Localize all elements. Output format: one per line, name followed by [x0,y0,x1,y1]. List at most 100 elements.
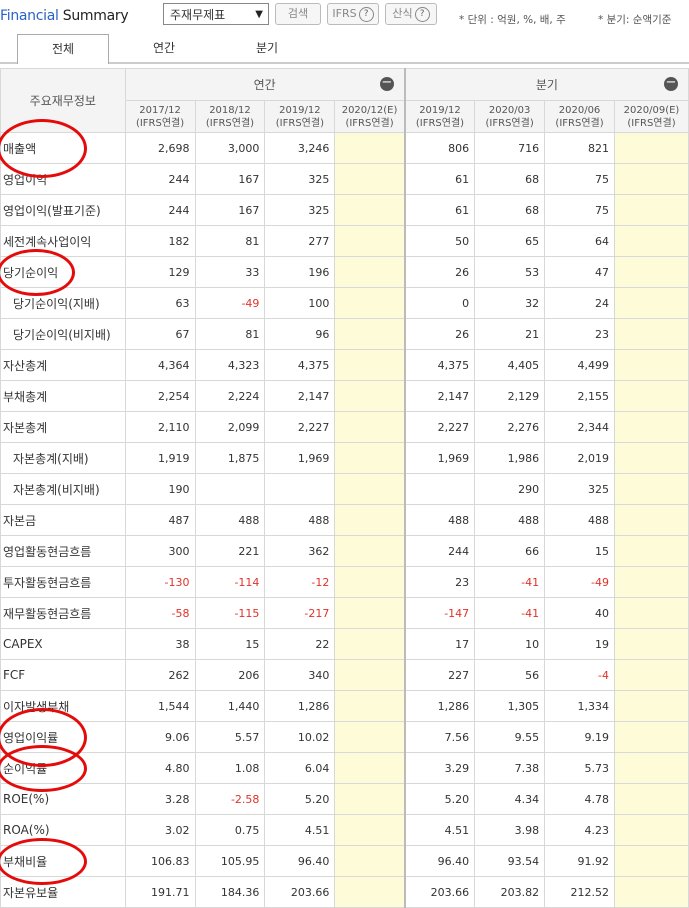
collapse-quarter-icon[interactable]: − [664,76,678,91]
table-cell: 277 [264,225,336,257]
table-cell [334,442,406,474]
tab-quarter[interactable]: 분기 [221,34,313,62]
table-cell: 184.36 [194,876,266,908]
column-basis: (IFRS연결) [345,117,394,129]
table-cell: 1.08 [194,752,266,784]
unit-note: * 단위 : 억원, %, 배, 주 [459,14,566,26]
formula-help-button[interactable]: 산식? [385,3,437,25]
table-cell [613,442,689,474]
table-cell: 2,224 [194,380,266,412]
table-cell: -147 [403,597,476,629]
column-header: 2020/06 (IFRS연결) [544,100,615,133]
table-cell: 68 [474,194,546,226]
search-button[interactable]: 검색 [275,3,321,25]
table-cell: 66 [474,535,546,567]
table-cell: 0 [403,287,476,319]
table-cell: 244 [403,535,476,567]
table-cell: 9.55 [474,721,546,753]
row-label: CAPEX [0,628,126,660]
page-title: Financial Summary [0,8,129,24]
table-cell: 2,019 [544,442,615,474]
table-cell: 47 [544,256,615,288]
table-cell [334,876,406,908]
quarter-group-header: 분기 − [403,68,689,101]
table-cell [334,752,406,784]
table-cell [334,225,406,257]
table-cell: 182 [124,225,196,257]
column-header: 2018/12 (IFRS연결) [194,100,266,133]
column-period: 2020/12(E) [341,104,398,116]
table-cell: 2,147 [264,380,336,412]
table-cell [334,349,406,381]
table-cell: 2,099 [194,411,266,443]
table-cell: 1,544 [124,690,196,722]
statement-type-select[interactable]: 주재무제표 ▼ [163,3,269,25]
table-cell: 4,364 [124,349,196,381]
table-cell: 75 [544,163,615,195]
table-cell: 38 [124,628,196,660]
table-cell [613,783,689,815]
table-cell: 488 [474,504,546,536]
table-cell: 716 [474,132,546,164]
collapse-annual-icon[interactable]: − [379,76,394,91]
table-cell: -4 [544,659,615,691]
table-cell: 821 [544,132,615,164]
table-cell: 290 [474,473,546,505]
quarter-note: * 분기: 순액기준 [598,14,672,26]
row-label: 영업활동현금흐름 [0,535,126,567]
row-label: FCF [0,659,126,691]
table-row: 영업이익률 9.06 5.57 10.02 7.56 9.55 9.19 [0,721,689,753]
table-cell: 67 [124,318,196,350]
table-cell: 191.71 [124,876,196,908]
table-cell [334,721,406,753]
table-cell: -114 [194,566,266,598]
table-cell: 6.04 [264,752,336,784]
table-cell [334,845,406,877]
search-button-label: 검색 [287,7,309,20]
annual-group-header: 연간 − [124,68,406,101]
red-circle-annotation [0,744,87,792]
row-label: 재무활동현금흐름 [0,597,126,629]
table-cell: 23 [544,318,615,350]
table-cell [334,814,406,846]
table-cell: 206 [194,659,266,691]
row-label: 투자활동현금흐름 [0,566,126,598]
ifrs-help-button[interactable]: IFRS? [327,3,379,25]
table-cell [334,659,406,691]
table-cell: -41 [474,597,546,629]
table-cell: 203.82 [474,876,546,908]
table-cell [613,628,689,660]
table-cell: 21 [474,318,546,350]
table-cell [613,814,689,846]
table-row: FCF 262 206 340 227 56 -4 [0,659,689,691]
row-label: 자본금 [0,504,126,536]
table-row: 자본금 487 488 488 488 488 488 [0,504,689,536]
table-cell: 4.51 [403,814,476,846]
table-cell [613,287,689,319]
table-cell: 53 [474,256,546,288]
table-row: 세전계속사업이익 182 81 277 50 65 64 [0,225,689,257]
table-row: ROA(%) 3.02 0.75 4.51 4.51 3.98 4.23 [0,814,689,846]
financial-summary-table: 주요재무정보 연간 − 분기 − 2017/12 (IFRS연결) 2018/12(… [0,68,689,908]
tab-all[interactable]: 전체 [17,34,109,64]
column-period: 2019/12 [279,104,321,116]
table-cell: 488 [264,504,336,536]
table-cell: 96.40 [403,845,476,877]
column-basis: (IFRS연결) [415,117,465,129]
formula-label: 산식 [392,7,413,20]
table-cell: 1,969 [264,442,336,474]
table-cell [194,473,266,505]
table-cell [613,349,689,381]
title-suffix: Summary [62,8,129,24]
tab-annual[interactable]: 연간 [118,34,210,62]
table-cell: 50 [403,225,476,257]
table-cell: 488 [403,504,476,536]
column-header: 2019/12 (IFRS연결) [403,100,476,133]
table-cell: 15 [544,535,615,567]
table-cell: 325 [264,194,336,226]
table-cell: 4.78 [544,783,615,815]
table-cell [613,690,689,722]
chevron-down-icon: ▼ [255,9,263,20]
table-cell: 2,227 [264,411,336,443]
table-cell: 1,440 [194,690,266,722]
